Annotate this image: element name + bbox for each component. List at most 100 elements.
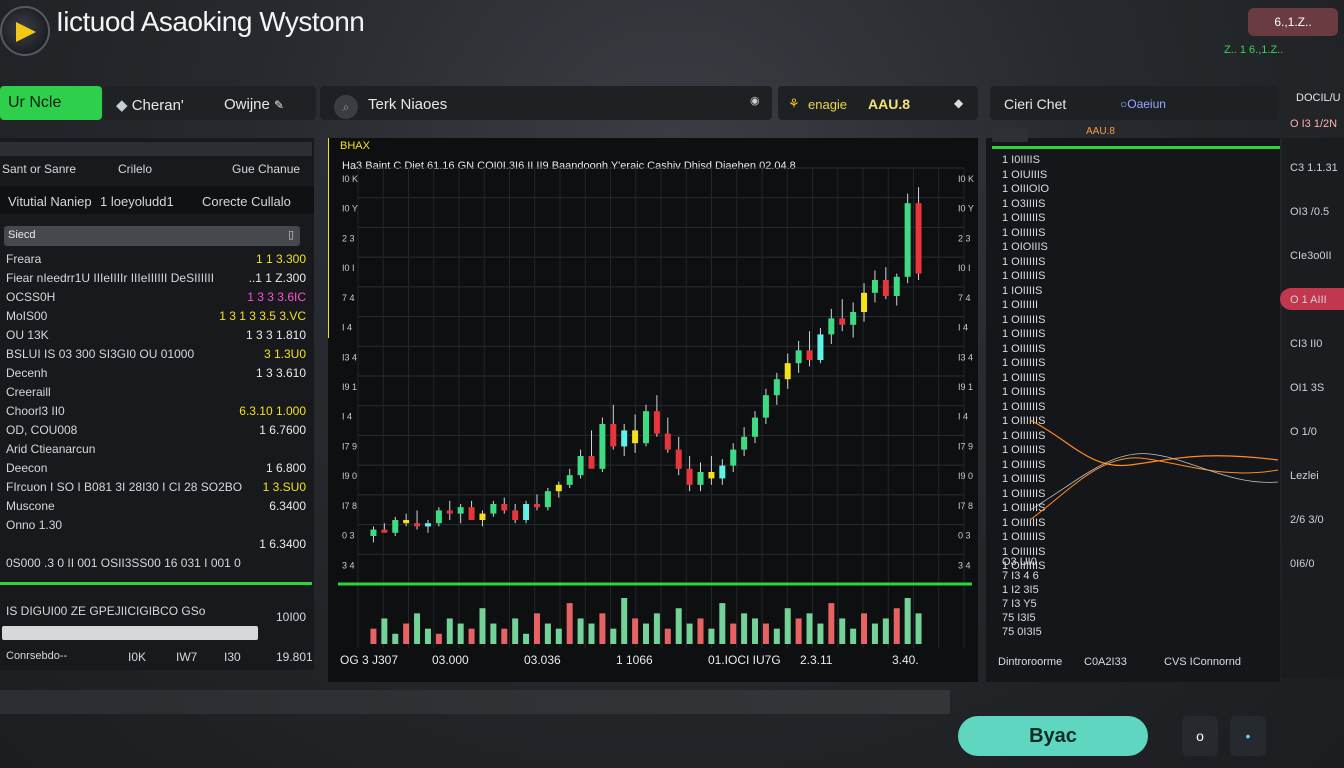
candle-body — [719, 465, 726, 479]
candle-body — [544, 491, 551, 508]
watchlist-row-label[interactable]: Arid Ctieanarcun — [6, 442, 95, 456]
watchlist-row-label[interactable]: OD, COU008 — [6, 423, 77, 437]
record-icon[interactable]: o — [1182, 716, 1218, 756]
tab-active[interactable]: Ur Ncle — [0, 86, 102, 120]
tab-chart[interactable]: ◆ Cheran' — [116, 96, 184, 114]
search-icon[interactable]: ⌕ — [334, 95, 358, 119]
orderbook-row[interactable]: 1 OIIIIIIS — [1002, 314, 1045, 326]
y-axis-label: I 4 — [342, 323, 352, 333]
y-axis-label: I3 4 — [342, 352, 357, 362]
drop-icon[interactable]: • — [1230, 716, 1266, 756]
orderbook-row[interactable]: 1 I0IIIIS — [1002, 154, 1040, 166]
orderbook-row[interactable]: 1 OIIIIIIS — [1002, 531, 1045, 543]
watchlist-toolbar[interactable] — [2, 626, 258, 640]
orderbook-lower-row[interactable]: 7 I3 4 6 — [1002, 570, 1039, 582]
volume-bar — [850, 628, 857, 644]
orderbook-row[interactable]: 1 IOIIIIS — [1002, 285, 1042, 297]
orderbook-footer-1: Dintroroorme — [998, 656, 1063, 668]
side-panel-item[interactable]: O I3 1/2N — [1290, 118, 1337, 130]
watchlist-row-label[interactable]: Freara — [6, 252, 41, 266]
y-axis-label: 3 4 — [342, 560, 355, 570]
candlestick-chart[interactable]: I0 K I0 K I0 Y I0 Y 2 3 2 3 I0 I I0 I 7 4 7 4 I 4 I… — [328, 138, 978, 682]
right-panel-subtitle[interactable]: ○Oaeiun — [1120, 97, 1166, 111]
candle-body — [621, 430, 628, 447]
side-panel-item[interactable]: Lezlei — [1290, 470, 1319, 482]
watchlist-row-label[interactable]: Fiear nIeedrr1U IIIeIIIIr IIIeIIIIII DeS… — [6, 271, 214, 285]
orderbook-row[interactable]: 1 OIIIIIIS — [1002, 227, 1045, 239]
watchlist-row-label[interactable]: FIrcuon I SO I B081 3I 28I30 I CI 28 SO2… — [6, 480, 242, 494]
filter-icon[interactable]: ▯ — [288, 228, 294, 241]
orderbook-lower-row[interactable]: O3 UI0 — [1002, 556, 1037, 568]
side-panel-item[interactable]: OI3 /0.5 — [1290, 206, 1329, 218]
orderbook-row[interactable]: 1 OIIIIIIS — [1002, 270, 1045, 282]
watchlist-row-label[interactable]: Deecon — [6, 461, 47, 475]
candle-body — [446, 510, 453, 514]
watchlist-row-label[interactable]: Onno 1.30 — [6, 518, 62, 532]
orderbook-row[interactable]: 1 OIIIIIIS — [1002, 256, 1045, 268]
candle-body — [414, 523, 421, 527]
depth-curve-chart — [1030, 419, 1279, 521]
side-panel-item[interactable]: C3 1.1.31 — [1290, 162, 1338, 174]
watchlist-row-label[interactable]: 0S000 .3 0 II 001 OSII3SS00 16 031 I 001… — [6, 556, 241, 570]
watchlist-row-value: 1 3 3 1.810 — [245, 328, 306, 342]
watchlist-row-label[interactable]: Choorl3 II0 — [6, 404, 65, 418]
subheader-name: Vitutial Naniep — [8, 194, 92, 209]
candle-body — [817, 334, 824, 360]
orderbook-divider — [992, 146, 1280, 149]
orderbook-lower-row[interactable]: 1 I2 3I5 — [1002, 584, 1039, 596]
candle-body — [839, 318, 846, 325]
y-axis-label-right: 3 4 — [958, 560, 971, 570]
account-badge[interactable]: 6.,1.Z.. — [1248, 8, 1338, 36]
watchlist-row-label[interactable]: Creeraill — [6, 385, 51, 399]
orderbook-row[interactable]: 1 OIUIIIS — [1002, 169, 1047, 181]
sync-button[interactable]: Byac — [958, 716, 1148, 756]
watchlist-row-label[interactable]: Muscone — [6, 499, 55, 513]
orderbook-icon[interactable] — [992, 128, 1028, 142]
bottom-col-1: I0K — [128, 650, 147, 664]
watchlist-row-label[interactable]: MoIS00 — [6, 309, 47, 323]
x-axis-label: 1 1066 — [616, 653, 653, 667]
watchlist-row-value: 6.3.10 1.000 — [239, 404, 306, 418]
side-panel-item[interactable]: O 1 AIII — [1290, 294, 1327, 306]
side-panel-item[interactable]: CI3 II0 — [1290, 338, 1322, 350]
orderbook-lower-row[interactable]: 75 I3I5 — [1002, 612, 1036, 624]
settings-dot-icon[interactable]: ◉ — [750, 94, 760, 107]
watchlist-row-label[interactable]: Decenh — [6, 366, 47, 380]
orderbook-row[interactable]: 1 O3IIIIS — [1002, 198, 1045, 210]
watchlist-row-label[interactable]: OU 13K — [6, 328, 49, 342]
watchlist-row-label[interactable]: BSLUI IS 03 300 SI3GI0 OU 01000 — [6, 347, 194, 361]
volume-bar — [403, 623, 410, 644]
orderbook-row[interactable]: 1 OIIIIII — [1002, 299, 1038, 311]
candle-body — [762, 395, 769, 418]
side-panel-item[interactable]: O 1/0 — [1290, 426, 1317, 438]
watchlist-row-label[interactable]: OCSS0H — [6, 290, 55, 304]
watchlist-footer-value: 10I00 — [276, 610, 307, 624]
side-panel-item[interactable]: 0I6/0 — [1290, 558, 1314, 570]
watchlist-search-input[interactable]: Siecd ▯ — [4, 226, 300, 246]
chevron-down-icon[interactable]: ◆ — [954, 96, 963, 110]
orderbook-row[interactable]: 1 OIIIIIIS — [1002, 328, 1045, 340]
volume-bar — [446, 618, 453, 644]
volume-bar — [686, 623, 693, 644]
watchlist-top-strip — [0, 142, 312, 156]
orderbook-row[interactable]: 1 OIIIOIO — [1002, 183, 1049, 195]
watchlist-footer-row: IS DIGUI00 ZE GPEJIICIGIBCO GSo — [6, 604, 206, 618]
orderbook-row[interactable]: 1 OIIIIIIS — [1002, 372, 1045, 384]
orderbook-row[interactable]: 1 OIIIIIIS — [1002, 212, 1045, 224]
side-panel-item[interactable]: CIe3o0II — [1290, 250, 1332, 262]
volume-bar — [784, 608, 791, 644]
orderbook-lower-row[interactable]: 75 0I3I5 — [1002, 626, 1042, 638]
orderbook-lower-row[interactable]: 7 I3 Y5 — [1002, 598, 1037, 610]
y-axis-label: I9 0 — [342, 471, 357, 481]
watchlist-row-value: 1 6.800 — [265, 461, 306, 475]
candle-body — [457, 507, 464, 514]
side-panel-item[interactable]: 2/6 3/0 — [1290, 514, 1324, 526]
side-panel-item[interactable]: OI1 3S — [1290, 382, 1324, 394]
orderbook-row[interactable]: 1 OIIIIIIS — [1002, 386, 1045, 398]
orderbook-row[interactable]: 1 OIIIIIIS — [1002, 343, 1045, 355]
candle-body — [697, 472, 704, 485]
orderbook-row[interactable]: 1 OIIIIIIS — [1002, 357, 1045, 369]
tab-online[interactable]: Owijne ✎ — [224, 96, 284, 113]
orderbook-row[interactable]: 1 OIOIIIS — [1002, 241, 1048, 253]
candle-body — [773, 379, 780, 396]
